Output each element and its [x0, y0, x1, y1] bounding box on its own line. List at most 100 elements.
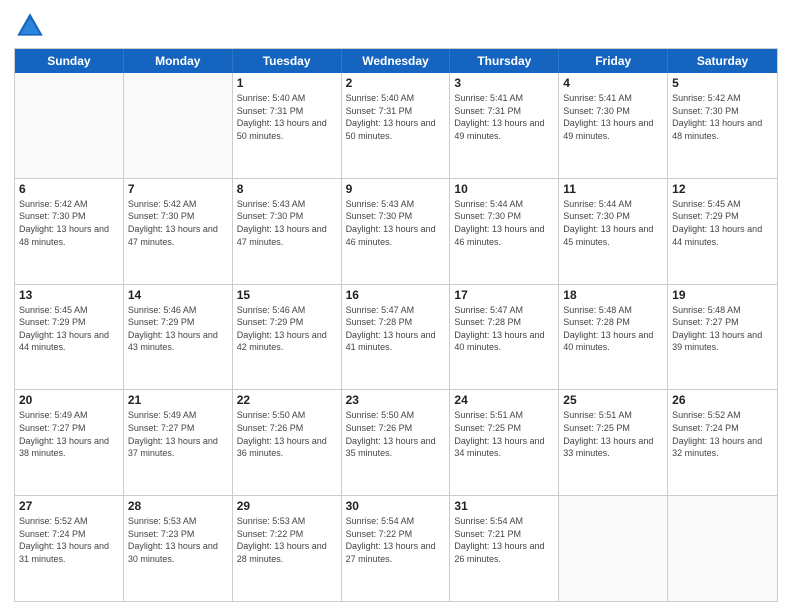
- cal-cell: 15 Sunrise: 5:46 AM Sunset: 7:29 PM Dayli…: [233, 285, 342, 390]
- week-row-2: 6 Sunrise: 5:42 AM Sunset: 7:30 PM Daylig…: [15, 179, 777, 285]
- day-info: Sunrise: 5:44 AM Sunset: 7:30 PM Dayligh…: [454, 198, 554, 248]
- day-header-sunday: Sunday: [15, 49, 124, 73]
- cal-cell: 25Sunrise: 5:51 AM Sunset: 7:25 PM Dayli…: [559, 390, 668, 495]
- cal-cell: 4 Sunrise: 5:41 AM Sunset: 7:30 PM Daylig…: [559, 73, 668, 178]
- day-number: 13: [19, 288, 119, 302]
- cal-cell: 24 Sunrise: 5:51 AM Sunset: 7:25 PM Dayli…: [450, 390, 559, 495]
- day-number: 21: [128, 393, 228, 407]
- day-info: Sunrise: 5:53 AM Sunset: 7:22 PM Dayligh…: [237, 515, 337, 565]
- day-info: Sunrise: 5:40 AM Sunset: 7:31 PM Dayligh…: [237, 92, 337, 142]
- cal-cell: 23Sunrise: 5:50 AM Sunset: 7:26 PM Dayli…: [342, 390, 451, 495]
- week-row-5: 27 Sunrise: 5:52 AM Sunset: 7:24 PM Dayli…: [15, 496, 777, 601]
- day-header-wednesday: Wednesday: [342, 49, 451, 73]
- day-info: Sunrise: 5:47 AM Sunset: 7:28 PM Dayligh…: [346, 304, 446, 354]
- day-number: 25: [563, 393, 663, 407]
- day-number: 14: [128, 288, 228, 302]
- day-number: 26: [672, 393, 773, 407]
- day-number: 7: [128, 182, 228, 196]
- calendar: SundayMondayTuesdayWednesdayThursdayFrid…: [14, 48, 778, 602]
- day-number: 1: [237, 76, 337, 90]
- day-number: 10: [454, 182, 554, 196]
- day-info: Sunrise: 5:46 AM Sunset: 7:29 PM Dayligh…: [237, 304, 337, 354]
- day-info: Sunrise: 5:45 AM Sunset: 7:29 PM Dayligh…: [672, 198, 773, 248]
- day-info: Sunrise: 5:53 AM Sunset: 7:23 PM Dayligh…: [128, 515, 228, 565]
- day-info: Sunrise: 5:50 AM Sunset: 7:26 PM Dayligh…: [237, 409, 337, 459]
- cal-cell: 11Sunrise: 5:44 AM Sunset: 7:30 PM Dayli…: [559, 179, 668, 284]
- day-number: 6: [19, 182, 119, 196]
- day-number: 16: [346, 288, 446, 302]
- week-row-4: 20 Sunrise: 5:49 AM Sunset: 7:27 PM Dayli…: [15, 390, 777, 496]
- day-info: Sunrise: 5:42 AM Sunset: 7:30 PM Dayligh…: [128, 198, 228, 248]
- day-info: Sunrise: 5:43 AM Sunset: 7:30 PM Dayligh…: [237, 198, 337, 248]
- day-info: Sunrise: 5:52 AM Sunset: 7:24 PM Dayligh…: [19, 515, 119, 565]
- cal-cell: [668, 496, 777, 601]
- day-info: Sunrise: 5:44 AM Sunset: 7:30 PM Dayligh…: [563, 198, 663, 248]
- cal-cell: 6 Sunrise: 5:42 AM Sunset: 7:30 PM Daylig…: [15, 179, 124, 284]
- day-info: Sunrise: 5:41 AM Sunset: 7:31 PM Dayligh…: [454, 92, 554, 142]
- cal-cell: [559, 496, 668, 601]
- logo-icon: [14, 10, 46, 42]
- day-number: 4: [563, 76, 663, 90]
- day-info: Sunrise: 5:52 AM Sunset: 7:24 PM Dayligh…: [672, 409, 773, 459]
- cal-cell: 5 Sunrise: 5:42 AM Sunset: 7:30 PM Daylig…: [668, 73, 777, 178]
- day-info: Sunrise: 5:50 AM Sunset: 7:26 PM Dayligh…: [346, 409, 446, 459]
- cal-cell: 22Sunrise: 5:50 AM Sunset: 7:26 PM Dayli…: [233, 390, 342, 495]
- day-number: 30: [346, 499, 446, 513]
- day-info: Sunrise: 5:47 AM Sunset: 7:28 PM Dayligh…: [454, 304, 554, 354]
- day-number: 8: [237, 182, 337, 196]
- day-info: Sunrise: 5:54 AM Sunset: 7:21 PM Dayligh…: [454, 515, 554, 565]
- day-number: 15: [237, 288, 337, 302]
- cal-cell: 12 Sunrise: 5:45 AM Sunset: 7:29 PM Dayli…: [668, 179, 777, 284]
- day-info: Sunrise: 5:49 AM Sunset: 7:27 PM Dayligh…: [19, 409, 119, 459]
- cal-cell: 29 Sunrise: 5:53 AM Sunset: 7:22 PM Dayli…: [233, 496, 342, 601]
- day-number: 3: [454, 76, 554, 90]
- logo: [14, 10, 50, 42]
- day-header-friday: Friday: [559, 49, 668, 73]
- day-number: 9: [346, 182, 446, 196]
- day-info: Sunrise: 5:42 AM Sunset: 7:30 PM Dayligh…: [19, 198, 119, 248]
- day-number: 31: [454, 499, 554, 513]
- day-number: 29: [237, 499, 337, 513]
- day-number: 24: [454, 393, 554, 407]
- cal-cell: 18Sunrise: 5:48 AM Sunset: 7:28 PM Dayli…: [559, 285, 668, 390]
- cal-cell: 2Sunrise: 5:40 AM Sunset: 7:31 PM Daylig…: [342, 73, 451, 178]
- day-info: Sunrise: 5:54 AM Sunset: 7:22 PM Dayligh…: [346, 515, 446, 565]
- day-info: Sunrise: 5:41 AM Sunset: 7:30 PM Dayligh…: [563, 92, 663, 142]
- day-number: 5: [672, 76, 773, 90]
- cal-cell: 21 Sunrise: 5:49 AM Sunset: 7:27 PM Dayli…: [124, 390, 233, 495]
- cal-cell: 8 Sunrise: 5:43 AM Sunset: 7:30 PM Daylig…: [233, 179, 342, 284]
- day-header-tuesday: Tuesday: [233, 49, 342, 73]
- day-number: 12: [672, 182, 773, 196]
- cal-cell: [15, 73, 124, 178]
- header: [14, 10, 778, 42]
- calendar-body: 1 Sunrise: 5:40 AM Sunset: 7:31 PM Daylig…: [15, 73, 777, 601]
- cal-cell: 28 Sunrise: 5:53 AM Sunset: 7:23 PM Dayli…: [124, 496, 233, 601]
- cal-cell: 13 Sunrise: 5:45 AM Sunset: 7:29 PM Dayli…: [15, 285, 124, 390]
- day-info: Sunrise: 5:49 AM Sunset: 7:27 PM Dayligh…: [128, 409, 228, 459]
- cal-cell: 31 Sunrise: 5:54 AM Sunset: 7:21 PM Dayli…: [450, 496, 559, 601]
- day-header-monday: Monday: [124, 49, 233, 73]
- cal-cell: 17 Sunrise: 5:47 AM Sunset: 7:28 PM Dayli…: [450, 285, 559, 390]
- page: SundayMondayTuesdayWednesdayThursdayFrid…: [0, 0, 792, 612]
- cal-cell: 19Sunrise: 5:48 AM Sunset: 7:27 PM Dayli…: [668, 285, 777, 390]
- day-number: 17: [454, 288, 554, 302]
- cal-cell: 1 Sunrise: 5:40 AM Sunset: 7:31 PM Daylig…: [233, 73, 342, 178]
- day-number: 28: [128, 499, 228, 513]
- cal-cell: 16 Sunrise: 5:47 AM Sunset: 7:28 PM Dayli…: [342, 285, 451, 390]
- cal-cell: 10 Sunrise: 5:44 AM Sunset: 7:30 PM Dayli…: [450, 179, 559, 284]
- day-info: Sunrise: 5:40 AM Sunset: 7:31 PM Dayligh…: [346, 92, 446, 142]
- day-header-thursday: Thursday: [450, 49, 559, 73]
- cal-cell: 9 Sunrise: 5:43 AM Sunset: 7:30 PM Daylig…: [342, 179, 451, 284]
- cal-cell: 7 Sunrise: 5:42 AM Sunset: 7:30 PM Daylig…: [124, 179, 233, 284]
- calendar-header: SundayMondayTuesdayWednesdayThursdayFrid…: [15, 49, 777, 73]
- cal-cell: [124, 73, 233, 178]
- day-info: Sunrise: 5:42 AM Sunset: 7:30 PM Dayligh…: [672, 92, 773, 142]
- day-number: 18: [563, 288, 663, 302]
- day-info: Sunrise: 5:43 AM Sunset: 7:30 PM Dayligh…: [346, 198, 446, 248]
- cal-cell: 14Sunrise: 5:46 AM Sunset: 7:29 PM Dayli…: [124, 285, 233, 390]
- cal-cell: 3 Sunrise: 5:41 AM Sunset: 7:31 PM Daylig…: [450, 73, 559, 178]
- day-info: Sunrise: 5:51 AM Sunset: 7:25 PM Dayligh…: [454, 409, 554, 459]
- day-number: 27: [19, 499, 119, 513]
- day-number: 20: [19, 393, 119, 407]
- day-info: Sunrise: 5:45 AM Sunset: 7:29 PM Dayligh…: [19, 304, 119, 354]
